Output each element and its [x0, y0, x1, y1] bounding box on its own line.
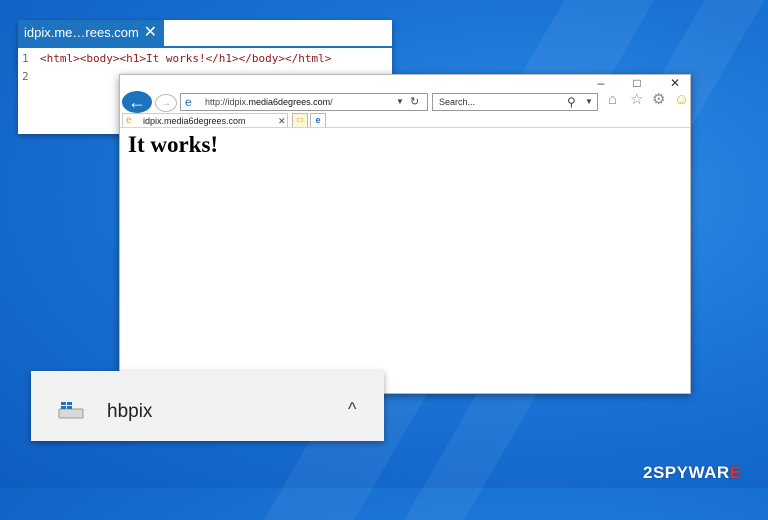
back-button[interactable]: ← — [122, 91, 152, 113]
close-button[interactable]: ✕ — [660, 75, 690, 91]
navigation-bar: ← → e http://idpix.media6degrees.com/ ▼ … — [120, 91, 690, 113]
search-dropdown-icon[interactable]: ▼ — [585, 94, 593, 110]
maximize-button[interactable]: □ — [622, 75, 652, 91]
address-url: http://idpix.media6degrees.com/ — [205, 97, 333, 107]
ie-page-icon: e — [185, 95, 192, 109]
tab-close-icon[interactable]: ✕ — [278, 114, 286, 128]
forward-button[interactable]: → — [155, 94, 177, 112]
minimize-button[interactable]: – — [586, 75, 616, 91]
line-number: 1 — [22, 52, 29, 65]
code-text: <html><body><h1>It works!</h1></body></h… — [40, 52, 332, 65]
home-icon[interactable]: ⌂ — [608, 92, 617, 108]
search-icon[interactable]: ⚲ — [567, 94, 576, 110]
tab-strip: e idpix.media6degrees.com ✕ ▭ e — [120, 113, 690, 128]
favorites-star-icon[interactable]: ☆ — [630, 92, 643, 108]
source-tab-title: idpix.me…rees.com — [24, 25, 139, 40]
code-line: 1 <html><body><h1>It works!</h1></body><… — [18, 50, 388, 68]
address-bar[interactable]: e http://idpix.media6degrees.com/ ▼ ↻ — [180, 93, 428, 111]
arrow-right-icon: → — [160, 97, 172, 109]
line-number: 2 — [22, 70, 29, 83]
tab-title: idpix.media6degrees.com — [143, 116, 246, 126]
smiley-feedback-icon[interactable]: ☺ — [674, 92, 689, 108]
close-icon[interactable]: ✕ — [144, 20, 157, 46]
tab-underline — [18, 46, 392, 48]
settings-gear-icon[interactable]: ⚙ — [652, 92, 665, 108]
search-placeholder: Search... — [439, 97, 476, 107]
browser-window: – □ ✕ ← → e http://idpix.media6degrees.c… — [119, 74, 691, 394]
ie-tab-icon[interactable]: e — [310, 113, 326, 128]
arrow-left-icon: ← — [128, 92, 146, 112]
page-heading: It works! — [128, 132, 219, 157]
refresh-icon[interactable]: ↻ — [410, 94, 419, 110]
tab-favicon-icon: e — [126, 115, 132, 126]
page-content: It works! — [120, 127, 690, 394]
notification-app-name: hbpix — [107, 401, 153, 422]
watermark-logo: 2SPYWARE — [643, 463, 742, 482]
download-notification[interactable]: hbpix ^ — [31, 371, 384, 441]
new-tab-icon[interactable]: ▭ — [292, 113, 308, 128]
title-bar: – □ ✕ — [120, 75, 690, 91]
browser-tab[interactable]: e idpix.media6degrees.com ✕ — [122, 113, 288, 127]
search-box[interactable]: Search... ⚲ ▼ — [432, 93, 598, 111]
source-tab[interactable]: idpix.me…rees.com ✕ — [18, 20, 164, 46]
windows-drive-icon — [58, 402, 84, 419]
dropdown-arrow-icon[interactable]: ▼ — [396, 94, 404, 110]
chevron-up-icon[interactable]: ^ — [348, 399, 356, 420]
